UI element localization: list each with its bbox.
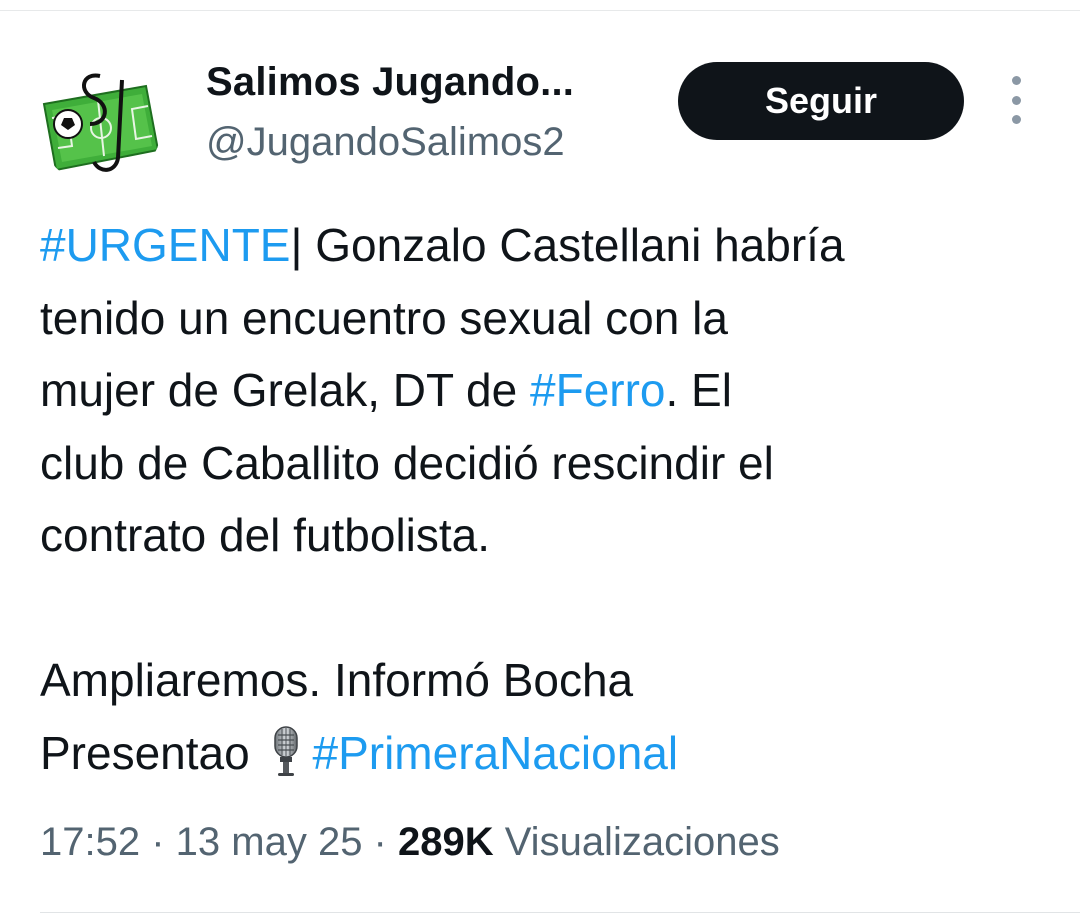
tweet-line-5: contrato del futbolista.	[40, 499, 1050, 572]
tweet-line-3: mujer de Grelak, DT de #Ferro. El	[40, 354, 1050, 427]
top-divider	[0, 0, 1080, 11]
microphone-icon	[274, 725, 299, 776]
tweet-date[interactable]: 13 may 25	[176, 820, 363, 864]
tweet-text-segment: mujer de Grelak, DT de	[40, 364, 531, 416]
hashtag-ferro[interactable]: #Ferro	[530, 364, 665, 416]
tweet-time[interactable]: 17:52	[40, 820, 140, 864]
bottom-divider	[40, 912, 1080, 913]
tweet-text-segment: | Gonzalo Castellani habría	[290, 219, 845, 271]
tweet-line-7: Presentao #PrimeraNacional	[40, 717, 1050, 790]
tweet-text-segment: . El	[665, 364, 732, 416]
tweet-text-segment: tenido un encuentro sexual con la	[40, 291, 728, 344]
tweet-text-segment: club de Caballito decidió rescindir el	[40, 436, 774, 489]
display-name[interactable]: Salimos Jugando...	[206, 60, 574, 105]
meta-separator: ·	[362, 820, 398, 864]
hashtag-urgente[interactable]: #URGENTE	[40, 219, 290, 271]
hashtag-primera-nacional[interactable]: #PrimeraNacional	[312, 727, 678, 779]
tweet-text: #URGENTE| Gonzalo Castellani habría teni…	[40, 209, 1050, 789]
tweet-text-segment: Presentao	[40, 726, 263, 779]
views-count: 289K	[397, 820, 494, 864]
tweet-line-6: Ampliaremos. Informó Bocha	[40, 644, 1050, 717]
username-handle[interactable]: @JugandoSalimos2	[206, 120, 565, 165]
more-options-button[interactable]	[996, 76, 1036, 124]
follow-button[interactable]: Seguir	[678, 62, 964, 140]
salimos-jugando-logo-icon	[38, 62, 162, 186]
tweet-text-segment: Ampliaremos. Informó Bocha	[40, 654, 634, 706]
avatar[interactable]	[38, 62, 162, 186]
tweet-header: Salimos Jugando... @JugandoSalimos2 Segu…	[0, 40, 1080, 186]
meta-separator: ·	[140, 820, 176, 864]
tweet-line-1: #URGENTE| Gonzalo Castellani habría	[40, 209, 1050, 282]
vertical-ellipsis-icon	[1011, 76, 1021, 85]
tweet-line-4: club de Caballito decidió rescindir el	[40, 427, 1050, 500]
tweet-text-segment: contrato del futbolista.	[40, 509, 491, 561]
views-label: Visualizaciones	[493, 820, 780, 864]
tweet-line-2: tenido un encuentro sexual con la	[40, 282, 1050, 355]
tweet-meta: 17:52 · 13 may 25 · 289K Visualizaciones	[40, 820, 780, 865]
